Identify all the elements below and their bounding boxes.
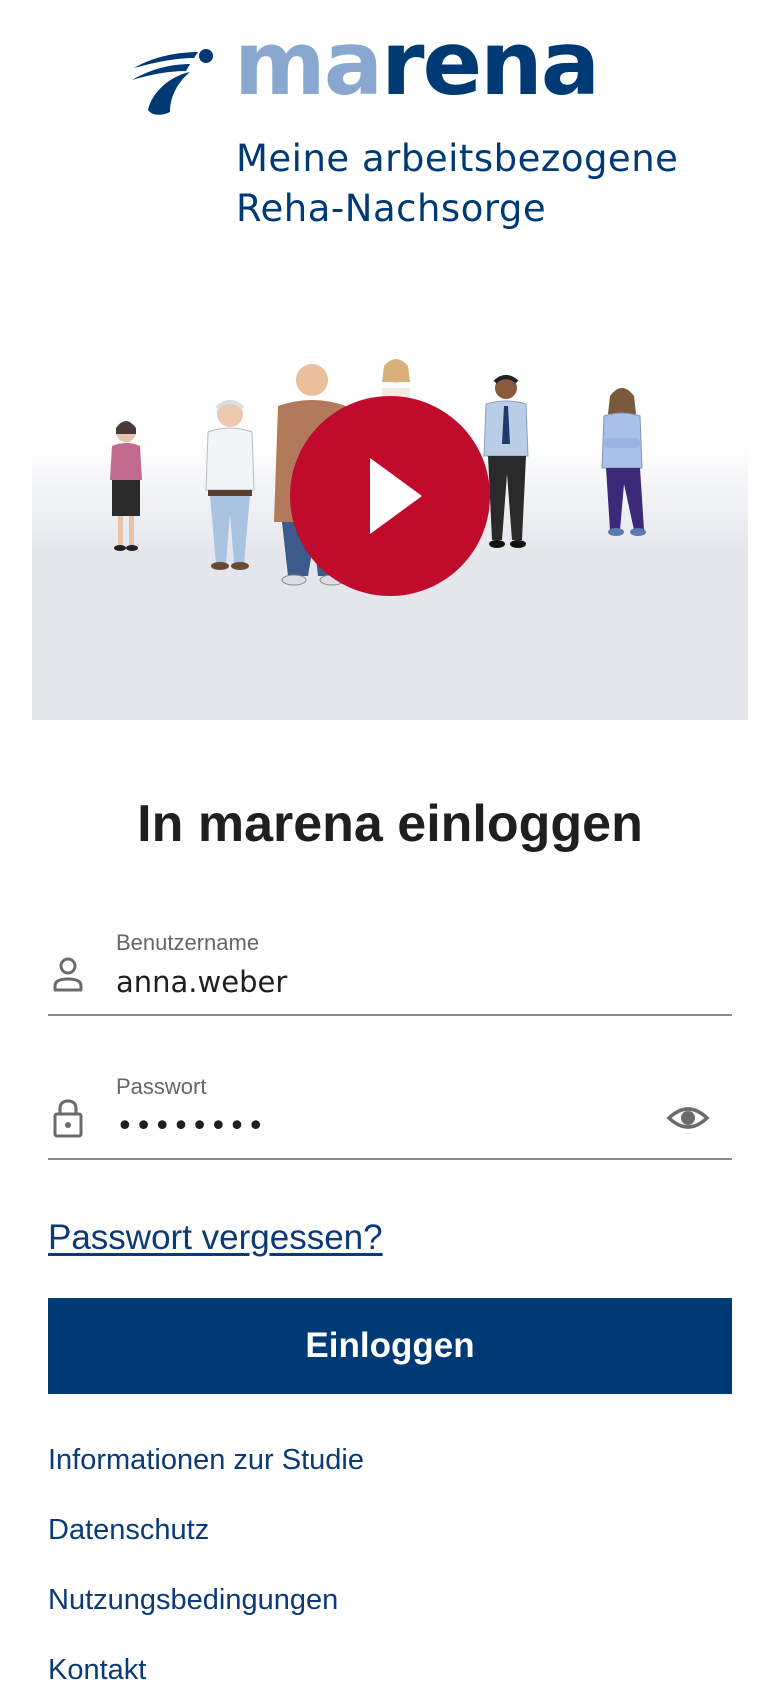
person-figure <box>205 400 255 570</box>
person-figure <box>483 375 529 548</box>
logo-swoosh-icon <box>132 49 213 115</box>
password-input[interactable] <box>116 1106 676 1146</box>
person-figure <box>601 388 646 536</box>
username-input[interactable] <box>116 962 676 1002</box>
username-field[interactable]: Benutzername <box>48 924 732 1016</box>
contact-link[interactable]: Kontakt <box>48 1650 732 1688</box>
privacy-link[interactable]: Datenschutz <box>48 1510 732 1580</box>
page-title: In marena einloggen <box>137 795 643 853</box>
logo-wordmark: marena <box>234 20 600 108</box>
username-label: Benutzername <box>116 930 260 955</box>
person-figure <box>110 421 142 551</box>
password-label: Passwort <box>116 1074 207 1099</box>
forgot-password-link[interactable]: Passwort vergessen? <box>48 1218 383 1258</box>
tagline-line-2: Reha-Nachsorge <box>236 187 547 230</box>
login-page: marena Meine arbeitsbezogene Reha-Nachso… <box>0 0 780 1688</box>
intro-video[interactable] <box>32 344 748 720</box>
login-button[interactable]: Einloggen <box>48 1298 732 1394</box>
person-icon <box>53 957 83 992</box>
terms-link[interactable]: Nutzungsbedingungen <box>48 1580 732 1650</box>
lock-icon <box>53 1099 83 1138</box>
footer-links: Informationen zur Studie Datenschutz Nut… <box>48 1440 732 1688</box>
wordmark-light: ma <box>234 12 383 115</box>
logo-tagline: Meine arbeitsbezogene Reha-Nachsorge <box>236 134 678 234</box>
eye-icon[interactable] <box>666 1096 710 1140</box>
password-field[interactable]: Passwort <box>48 1068 732 1160</box>
play-button[interactable] <box>290 396 490 596</box>
wordmark-dark: rena <box>381 12 600 115</box>
tagline-line-1: Meine arbeitsbezogene <box>236 137 679 180</box>
play-icon <box>370 458 422 534</box>
study-info-link[interactable]: Informationen zur Studie <box>48 1440 732 1510</box>
marena-logo: marena Meine arbeitsbezogene Reha-Nachso… <box>130 20 690 242</box>
